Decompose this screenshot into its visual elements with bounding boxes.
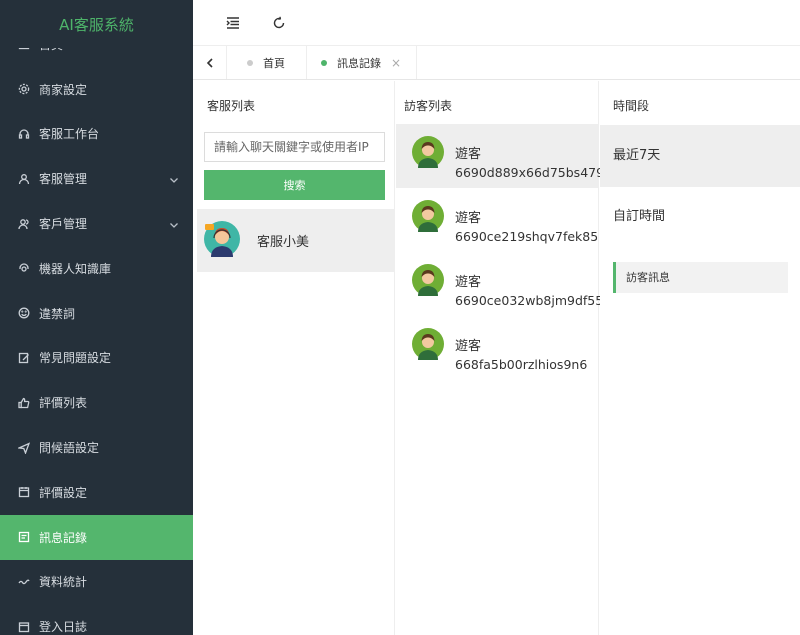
refresh-icon [273,16,285,29]
close-icon[interactable]: × [391,56,401,70]
message-icon [17,531,30,544]
visitor-id: 668fa5b00rzlhios9n6 [455,357,588,372]
sidebar-item-label: 常見問題設定 [39,351,112,366]
sidebar-item-review-list[interactable]: 評價列表 [0,380,193,425]
sidebar-item-label: 機器人知識庫 [39,261,112,276]
users-icon [17,217,30,230]
sidebar-item-agent-management[interactable]: 客服管理 [0,156,193,201]
visitor-list-item[interactable]: 遊客 6690ce219shqv7fek85 [396,188,599,252]
sidebar-item-label: 資料統計 [39,575,88,590]
sidebar-item-label: 登入日誌 [39,620,88,635]
time-option-custom[interactable]: 自訂時間 [600,186,800,248]
tab-label: 訊息記錄 [337,56,381,70]
visitor-avatar [412,328,444,360]
search-button[interactable]: 搜索 [204,170,385,200]
sidebar-item-agent-workbench[interactable]: 客服工作台 [0,112,193,157]
visitor-avatar [412,264,444,296]
sidebar: 首頁 商家設定 客服工作台 客服管理 客戶管理 機器人知識庫 違禁詞 [0,0,193,635]
app-title: AI客服系統 [0,0,193,48]
visitor-list-item[interactable]: 遊客 6690ce032wb8jm9df55 [396,252,603,316]
sidebar-item-label: 客服管理 [39,172,88,187]
edit-icon [17,351,30,364]
sidebar-item-merchant-settings[interactable]: 商家設定 [0,67,193,112]
tabs-back-button[interactable] [193,46,227,79]
visitor-id: 6690ce219shqv7fek85 [455,229,599,244]
smile-icon [17,307,30,320]
calendar-icon [17,486,30,499]
chevron-left-icon [206,57,213,68]
chevron-down-icon [169,174,179,188]
time-option-last-7-days[interactable]: 最近7天 [600,125,800,187]
indent-icon [226,17,239,29]
visitor-id: 6690d889x66d75bs479 [455,165,605,180]
top-bar [193,0,800,46]
chart-icon [17,575,30,588]
sidebar-item-login-log[interactable]: 登入日誌 [0,604,193,635]
visitor-id: 6690ce032wb8jm9df55 [455,293,604,308]
sidebar-item-label: 客戶管理 [39,217,88,232]
sidebar-item-faq-settings[interactable]: 常見問題設定 [0,336,193,381]
visitor-list-item[interactable]: 遊客 6690d889x66d75bs479 [396,124,604,188]
tab-message-records[interactable]: 訊息記錄 × [309,46,418,79]
agent-avatar [204,221,240,257]
sidebar-item-label: 訊息記錄 [39,530,88,545]
sidebar-item-label: 問候語設定 [39,441,100,456]
agents-panel-title: 客服列表 [207,99,256,113]
tab-home[interactable]: 首頁 [227,46,307,79]
visitor-info-tab[interactable]: 訪客訊息 [613,262,788,293]
tab-label: 首頁 [263,56,285,70]
tab-status-dot [321,59,327,66]
sidebar-item-banned-words[interactable]: 違禁詞 [0,291,193,336]
tab-status-dot [247,59,253,66]
sidebar-item-customer-management[interactable]: 客戶管理 [0,201,193,246]
agents-panel: 客服列表 搜索 客服小美 [197,81,395,635]
sidebar-item-label: 評價設定 [39,485,88,500]
visitor-name: 遊客 [455,211,482,226]
visitors-panel: 訪客列表 遊客 6690d889x66d75bs479 遊客 6690ce219… [396,81,604,635]
agent-list-item[interactable]: 客服小美 [197,209,395,272]
send-icon [17,441,30,454]
visitor-name: 遊客 [455,147,482,162]
robot-icon [17,262,30,275]
visitor-name: 遊客 [455,339,482,354]
sidebar-item-label: 商家設定 [39,82,88,97]
visitor-list-item[interactable]: 遊客 668fa5b00rzlhios9n6 [396,316,599,380]
sidebar-item-label: 客服工作台 [39,127,100,142]
sidebar-item-review-settings[interactable]: 評價設定 [0,470,193,515]
gear-icon [17,83,30,96]
agent-name: 客服小美 [257,235,310,250]
user-icon [17,172,30,185]
sidebar-item-label: 評價列表 [39,396,88,411]
sidebar-item-message-records[interactable]: 訊息記錄 [0,514,193,560]
thumb-up-icon [17,396,30,409]
search-input[interactable] [204,132,385,162]
tabs-bar: 首頁 訊息記錄 × [193,46,800,80]
headset-icon [17,127,30,140]
sidebar-item-greeting-settings[interactable]: 問候語設定 [0,425,193,470]
visitor-avatar [412,136,444,168]
time-panel-title: 時間段 [613,99,650,113]
time-panel: 時間段 最近7天 自訂時間 訪客訊息 [600,81,800,635]
log-icon [17,620,30,633]
refresh-button[interactable] [269,13,289,33]
chevron-down-icon [169,219,179,233]
visitors-panel-title: 訪客列表 [404,99,453,113]
sidebar-item-robot-knowledge[interactable]: 機器人知識庫 [0,246,193,291]
sidebar-item-statistics[interactable]: 資料統計 [0,560,193,605]
sidebar-item-label: 違禁詞 [39,306,76,321]
menu-toggle-button[interactable] [223,13,243,33]
sidebar-menu: 首頁 商家設定 客服工作台 客服管理 客戶管理 機器人知識庫 違禁詞 [0,22,193,635]
visitor-name: 遊客 [455,275,482,290]
visitor-avatar [412,200,444,232]
